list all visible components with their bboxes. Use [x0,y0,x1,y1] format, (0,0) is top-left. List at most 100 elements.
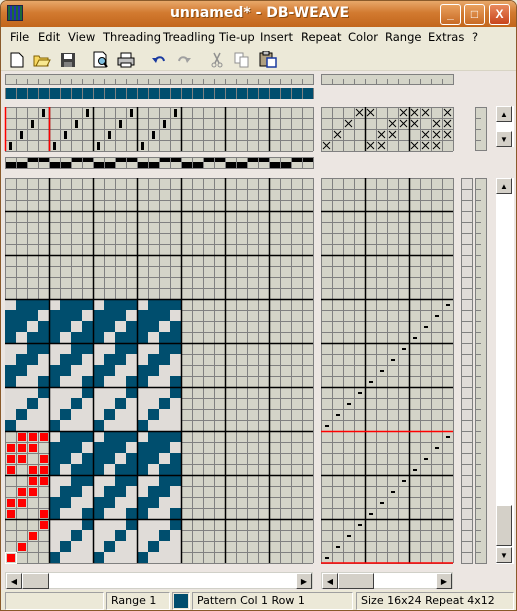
pattern-cell [49,475,60,486]
pattern-cell [115,332,126,343]
pattern-cell [82,530,93,541]
pattern-cell [126,497,137,508]
scroll-thumb[interactable] [338,573,374,589]
pattern-vscrollbar[interactable]: ▲ ▼ [496,178,514,564]
pattern-cell [82,321,93,332]
pattern-cell [137,475,148,486]
pattern-cell [126,409,137,420]
scroll-right-button[interactable]: ▶ [436,573,452,589]
pattern-cell [60,387,71,398]
pattern-cell [16,299,27,310]
range-cell [40,466,48,474]
pattern-cell [49,552,60,563]
range-cell [40,521,48,529]
scroll-left-button[interactable]: ◀ [322,573,338,589]
treadling-mark [424,326,428,328]
threading-mark [9,142,12,150]
threading-mark [97,142,100,150]
treadling-mark [369,513,373,515]
pattern-cell [93,332,104,343]
pattern-cell [104,332,115,343]
pattern-cell [104,387,115,398]
pattern-cell [71,431,82,442]
pattern-cell [126,431,137,442]
pattern-hscrollbar[interactable]: ◀ ▶ [5,572,313,589]
scroll-thumb[interactable] [496,505,512,546]
scroll-down-button[interactable]: ▼ [496,547,512,563]
scroll-up-button[interactable]: ▲ [496,106,512,122]
pattern-cell [137,431,148,442]
pattern-cell [16,387,27,398]
range-cell [7,455,15,463]
pattern-cell [126,475,137,486]
pattern-cell [38,332,49,343]
pattern-cell [148,519,159,530]
shafts-vscrollbar[interactable]: ▲ ▼ [496,106,514,147]
shed-strip-cell [291,162,302,168]
pattern-cell [71,420,82,431]
pattern-cell [115,497,126,508]
treadling-mark [369,381,373,383]
pattern-cell [82,442,93,453]
pattern-cell [16,409,27,420]
treadling-mark [402,348,406,350]
pattern-cell [126,310,137,321]
range-cell [18,455,26,463]
pattern-cell [115,464,126,475]
threading-mark [152,131,155,139]
pattern-cell [159,453,170,464]
pattern-cell [115,486,126,497]
pattern-cell [115,387,126,398]
pattern-cell [148,310,159,321]
pattern-cell [104,409,115,420]
pattern-cell [104,464,115,475]
shed-strip-cell [280,162,291,168]
pattern-cell [82,343,93,354]
scroll-up-button[interactable]: ▲ [496,178,512,194]
pattern-cell [82,464,93,475]
pattern-cell [148,299,159,310]
pattern-cell [148,321,159,332]
scroll-thumb[interactable] [22,573,49,589]
scroll-down-button[interactable]: ▼ [496,131,512,147]
pattern-cell [71,464,82,475]
pattern-cell [49,332,60,343]
weave-editor[interactable] [1,1,517,566]
pattern-cell [93,299,104,310]
pattern-cell [104,530,115,541]
treadling-hscrollbar[interactable]: ◀ ▶ [321,572,453,589]
treadling-mark [380,370,384,372]
scroll-right-button[interactable]: ▶ [296,573,312,589]
pattern-cell [137,530,148,541]
pattern-cell [49,442,60,453]
shed-strip-cell [137,162,148,168]
threading-mark [75,120,78,128]
threading-mark [86,109,89,117]
pattern-cell [170,376,181,387]
pattern-cell [115,420,126,431]
pattern-cell [159,486,170,497]
pattern-cell [49,519,60,530]
pattern-cell [115,409,126,420]
pattern-cell [38,299,49,310]
pattern-cell [137,299,148,310]
pattern-cell [148,508,159,519]
pattern-cell [49,530,60,541]
pattern-cell [93,541,104,552]
range-cell [18,444,26,452]
threading-mark [31,120,34,128]
pattern-cell [115,519,126,530]
pattern-cell [27,343,38,354]
pattern-cell [137,442,148,453]
pattern-cell [71,552,82,563]
treadling-mark [347,403,351,405]
pattern-cell [170,552,181,563]
scroll-left-button[interactable]: ◀ [6,573,22,589]
pattern-cell [137,453,148,464]
range-cell [29,444,37,452]
range-cell [7,466,15,474]
pattern-cell [93,321,104,332]
pattern-cell [137,354,148,365]
pattern-cell [159,519,170,530]
pattern-cell [126,541,137,552]
